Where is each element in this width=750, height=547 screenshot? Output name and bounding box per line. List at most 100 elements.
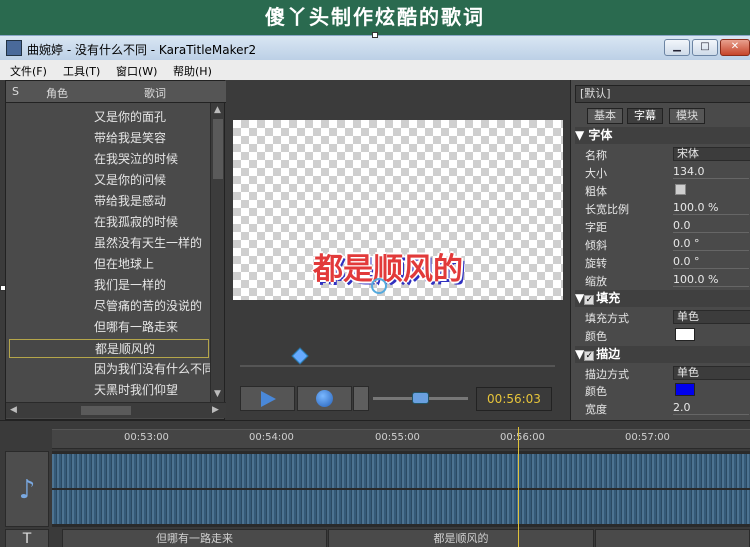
- prop-value[interactable]: 0.0 °: [673, 237, 749, 251]
- selection-handle[interactable]: [372, 32, 378, 38]
- lyric-row[interactable]: 带给我是感动: [94, 192, 214, 209]
- prop-label: 颜色: [585, 385, 607, 398]
- lyric-hscrollbar[interactable]: ◀ ▶: [6, 402, 226, 418]
- lyric-panel: S 角色 歌词 又是你的面孔 带给我是笑容 在我哭泣的时候 又是你的问候 带给我是感动在…: [5, 80, 226, 420]
- prop-value[interactable]: 0.0: [673, 219, 749, 233]
- lyric-header: S 角色 歌词: [6, 81, 226, 103]
- prop-label: 长宽比例: [585, 203, 629, 216]
- play-button[interactable]: [240, 386, 295, 411]
- prop-label: 填充方式: [585, 312, 629, 325]
- banner-title: 傻丫头制作炫酷的歌词: [0, 0, 750, 35]
- section-stroke[interactable]: ▼✓ 描边: [575, 346, 750, 363]
- time-display: 00:56:03: [476, 387, 552, 411]
- prop-label: 缩放: [585, 275, 607, 288]
- prop-value[interactable]: 100.0 %: [673, 201, 749, 215]
- lyric-vscrollbar[interactable]: ▲ ▼: [210, 103, 224, 403]
- section-fill-label: 填充: [596, 291, 621, 305]
- lyric-segment[interactable]: 都是顺风的: [328, 529, 594, 547]
- font-name-select[interactable]: 宋体: [673, 147, 750, 161]
- prop-label: 字距: [585, 221, 607, 234]
- section-font-label: 字体: [588, 128, 613, 142]
- fill-checkbox[interactable]: ✓: [584, 295, 595, 305]
- lyric-row[interactable]: 但在地球上: [94, 255, 214, 272]
- lyric-row[interactable]: 天黑时我们仰望: [94, 381, 214, 398]
- menu-bar: 文件(F) 工具(T) 窗口(W) 帮助(H): [0, 60, 750, 80]
- col-lyric[interactable]: 歌词: [144, 85, 166, 101]
- tab-subtitle[interactable]: 字幕: [627, 108, 663, 124]
- scroll-down-icon[interactable]: ▼: [214, 389, 221, 399]
- stroke-checkbox[interactable]: ✓: [584, 351, 595, 361]
- fill-mode-select[interactable]: 单色: [673, 310, 750, 324]
- audio-waveform[interactable]: [52, 451, 750, 527]
- prop-value[interactable]: 134.0: [673, 165, 749, 179]
- lyric-segment-empty[interactable]: [595, 529, 750, 547]
- preset-select[interactable]: [默认]: [575, 85, 750, 103]
- lyric-row[interactable]: 尽管痛的苦的没说的: [94, 297, 214, 314]
- window-title: 曲婉婷 - 没有什么不同 - KaraTitleMaker2: [27, 43, 257, 57]
- stroke-mode-select[interactable]: 单色: [673, 366, 750, 380]
- preview-lyric-text[interactable]: 都是顺风的: [313, 244, 463, 288]
- stroke-width-value[interactable]: 2.0: [673, 401, 749, 415]
- waveform-channel-left: [52, 454, 750, 488]
- window-titlebar[interactable]: 曲婉婷 - 没有什么不同 - KaraTitleMaker2 ▁ □ ✕: [0, 35, 750, 60]
- section-stroke-label: 描边: [596, 347, 621, 361]
- section-fill[interactable]: ▼✓ 填充: [575, 290, 750, 307]
- menu-help[interactable]: 帮助(H): [173, 63, 212, 79]
- tick-label: 00:53:00: [124, 432, 169, 443]
- position-diamond-icon[interactable]: [291, 347, 309, 365]
- col-role[interactable]: 角色: [46, 85, 68, 101]
- position-track[interactable]: [240, 365, 555, 367]
- menu-file[interactable]: 文件(F): [10, 63, 47, 79]
- prop-label: 颜色: [585, 330, 607, 343]
- close-button[interactable]: ✕: [720, 39, 750, 56]
- scroll-right-icon[interactable]: ▶: [212, 405, 219, 415]
- audio-track-icon: ♪: [5, 451, 49, 527]
- preview-canvas[interactable]: 都是顺风的: [233, 120, 563, 300]
- hscroll-thumb[interactable]: [81, 406, 131, 415]
- lyric-row[interactable]: 因为我们没有什么不同: [94, 360, 214, 377]
- text-track-icon: T: [5, 529, 49, 547]
- play-icon: [261, 391, 276, 407]
- tick-label: 00:56:00: [500, 432, 545, 443]
- lyric-row[interactable]: 我们是一样的: [94, 276, 214, 293]
- minimize-button[interactable]: ▁: [664, 39, 690, 56]
- lyric-segment[interactable]: 但哪有一路走来: [62, 529, 327, 547]
- prop-label: 大小: [585, 167, 607, 180]
- prop-label: 宽度: [585, 403, 607, 416]
- lyric-row[interactable]: 在我孤寂的时候: [94, 213, 214, 230]
- lyric-row[interactable]: 带给我是笑容: [94, 129, 214, 146]
- lyric-row[interactable]: 在我哭泣的时候: [94, 150, 214, 167]
- record-button[interactable]: [297, 386, 352, 411]
- prop-value[interactable]: 0.0 °: [673, 255, 749, 269]
- scroll-thumb[interactable]: [213, 119, 223, 179]
- scroll-left-icon[interactable]: ◀: [10, 405, 17, 415]
- section-font[interactable]: ▼ 字体: [575, 127, 750, 144]
- bold-checkbox[interactable]: [675, 184, 686, 195]
- volume-knob[interactable]: [412, 392, 429, 404]
- lyric-row[interactable]: 但哪有一路走来: [94, 318, 214, 335]
- lyric-row[interactable]: 都是顺风的: [9, 339, 209, 358]
- prop-label: 倾斜: [585, 239, 607, 252]
- tick-label: 00:54:00: [249, 432, 294, 443]
- app-icon: [6, 40, 22, 56]
- lyric-row[interactable]: 又是你的面孔: [94, 108, 214, 125]
- scroll-up-icon[interactable]: ▲: [214, 105, 221, 115]
- time-ruler[interactable]: 00:53:00 00:54:00 00:55:00 00:56:00 00:5…: [52, 429, 750, 449]
- timeline-panel: 00:53:00 00:54:00 00:55:00 00:56:00 00:5…: [0, 420, 750, 547]
- stroke-color-swatch[interactable]: [675, 383, 695, 396]
- playhead[interactable]: [518, 427, 519, 547]
- lyric-row[interactable]: 虽然没有天生一样的: [94, 234, 214, 251]
- prop-label: 旋转: [585, 257, 607, 270]
- anchor-marker-icon[interactable]: [371, 278, 387, 294]
- menu-tools[interactable]: 工具(T): [63, 63, 100, 79]
- prop-value[interactable]: 100.0 %: [673, 273, 749, 287]
- prop-label: 名称: [585, 149, 607, 162]
- fill-color-swatch[interactable]: [675, 328, 695, 341]
- menu-window[interactable]: 窗口(W): [116, 63, 157, 79]
- tab-basic[interactable]: 基本: [587, 108, 623, 124]
- tab-module[interactable]: 模块: [669, 108, 705, 124]
- maximize-button[interactable]: □: [692, 39, 718, 56]
- tick-label: 00:57:00: [625, 432, 670, 443]
- col-s[interactable]: S: [12, 85, 19, 98]
- lyric-row[interactable]: 又是你的问候: [94, 171, 214, 188]
